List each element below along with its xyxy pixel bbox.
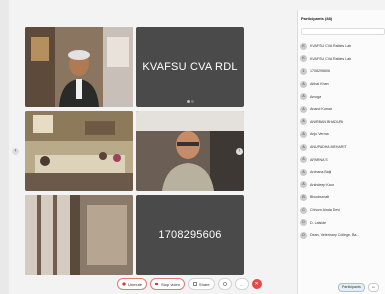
left-strip (0, 0, 9, 294)
participants-button[interactable]: Participants (338, 282, 365, 292)
participant-row[interactable]: A Amoga (300, 90, 385, 103)
chat-button[interactable]: ▭ (367, 282, 380, 292)
avatar: A (300, 93, 307, 101)
avatar: A (300, 118, 307, 126)
participant-name: Bhoobumati (310, 195, 330, 200)
participant-row[interactable]: D Dean, Veterinary College, Ba... (300, 229, 385, 242)
participant-name: ANIRBAN BHADURI (310, 119, 344, 124)
participant-name: Dean, Veterinary College, Ba... (310, 233, 360, 238)
video-tile-4[interactable]: › (136, 111, 244, 191)
tile-name-label: KVAFSU CVA RDL (142, 61, 238, 73)
participant-row[interactable]: A Archana Baiji (300, 166, 385, 179)
participant-name: Anand Kumar (310, 107, 332, 112)
camera-icon (155, 282, 159, 286)
avatar: A (300, 181, 307, 189)
stop-video-button[interactable]: Stop video (150, 278, 185, 290)
video-tile-1[interactable] (25, 27, 133, 107)
participant-name: Anju Verma (310, 132, 329, 137)
video-tile-5[interactable] (25, 195, 133, 275)
participant-name: D. Laiside (310, 220, 326, 225)
page-indicator-dot (187, 100, 190, 103)
prev-page-icon[interactable]: ‹ (12, 148, 19, 155)
participant-name: ANUPADHA MEHARIT (310, 145, 347, 150)
share-label: Share (198, 281, 210, 287)
participant-name: KVAFSU CVA Rabies Lab (310, 44, 352, 49)
avatar: K (300, 42, 307, 50)
participant-row[interactable]: B Bhoobumati (300, 191, 385, 204)
participant-name: Abhai Khan (310, 82, 329, 87)
participant-row[interactable]: A Abhai Khan (300, 78, 385, 91)
more-icon: … (239, 281, 244, 287)
avatar: A (300, 130, 307, 138)
meeting-window: KVAFSU CVA RDL › 1708295606 ‹ Unmute Sto… (0, 0, 385, 294)
avatar: A (300, 168, 307, 176)
participant-name: KVAFSU CVA Rabies Lab (310, 56, 352, 61)
participant-video (25, 27, 133, 107)
participant-name: 1708295606 (310, 69, 330, 74)
avatar: C (300, 206, 307, 214)
avatar: B (300, 193, 307, 201)
chat-icon: ▭ (371, 284, 376, 289)
participant-row[interactable]: A ANUPADHA MEHARIT (300, 141, 385, 154)
avatar: K (300, 55, 307, 63)
avatar: 1 (300, 67, 307, 75)
participant-row[interactable]: A Arshdeep Kaur (300, 179, 385, 192)
participant-video (136, 111, 244, 191)
video-tile-6[interactable]: 1708295606 (136, 195, 244, 275)
reactions-button[interactable] (217, 278, 232, 290)
participant-row[interactable]: D D. Laiside (300, 216, 385, 229)
participant-row[interactable]: K KVAFSU CVA Rabies Lab (300, 40, 385, 53)
participant-name: Chhorn Ainda Devi (310, 208, 340, 213)
participant-name: Archana Baiji (310, 170, 332, 175)
avatar: A (300, 143, 307, 151)
participant-row[interactable]: 1 1708295606 (300, 65, 385, 78)
end-call-icon[interactable]: ✕ (251, 279, 262, 289)
participant-name: Amoga (310, 94, 322, 99)
unmute-button[interactable]: Unmute (117, 278, 148, 290)
participant-row[interactable]: A APARNA S (300, 153, 385, 166)
participant-row[interactable]: K KVAFSU CVA Rabies Lab (300, 53, 385, 66)
avatar: A (300, 105, 307, 113)
participant-row[interactable]: A Anand Kumar (300, 103, 385, 116)
participant-name: Arshdeep Kaur (310, 182, 334, 187)
video-tile-2[interactable]: KVAFSU CVA RDL (136, 27, 244, 107)
share-button[interactable]: Share (187, 278, 215, 290)
participants-search-input[interactable] (301, 28, 385, 35)
participants-list: K KVAFSU CVA Rabies Lab K KVAFSU CVA Rabies… (300, 40, 385, 242)
more-options-button[interactable]: … (234, 278, 249, 290)
avatar: D (300, 219, 307, 227)
participants-panel: Participants (88) K KVAFSU CVA Rabies Lab… (297, 10, 385, 294)
participant-name: APARNA S (310, 157, 328, 162)
avatar: A (300, 80, 307, 88)
meeting-toolbar: Unmute Stop video Share … ✕ (117, 277, 262, 291)
participant-video (25, 195, 133, 275)
tile-name-label: 1708295606 (158, 229, 222, 241)
video-tile-3[interactable] (25, 111, 133, 191)
unmute-label: Unmute (128, 281, 143, 287)
share-icon (193, 282, 197, 286)
stop-video-label: Stop video (161, 281, 180, 287)
page-indicator-dot (191, 100, 194, 103)
smile-icon (222, 282, 227, 286)
panel-footer: Participants ▭ (298, 280, 385, 294)
mic-off-icon (122, 282, 126, 286)
avatar: D (300, 231, 307, 239)
participant-row[interactable]: A Anju Verma (300, 128, 385, 141)
participant-video (25, 111, 133, 191)
participant-row[interactable]: C Chhorn Ainda Devi (300, 204, 385, 217)
next-page-icon[interactable]: › (236, 148, 243, 155)
participant-row[interactable]: A ANIRBAN BHADURI (300, 116, 385, 129)
participants-title: Participants (88) (301, 16, 333, 21)
avatar: A (300, 156, 307, 164)
